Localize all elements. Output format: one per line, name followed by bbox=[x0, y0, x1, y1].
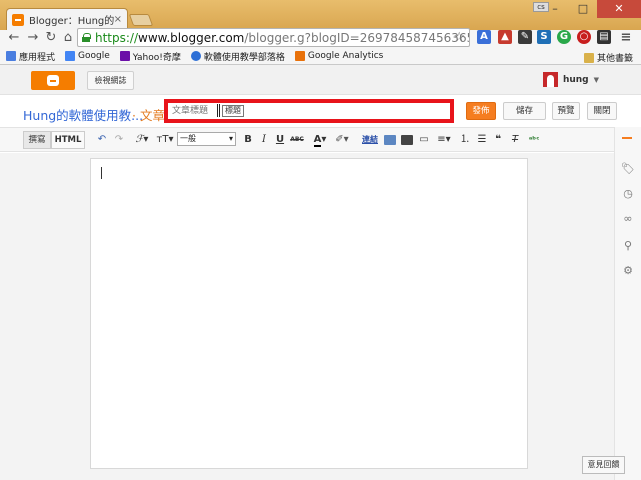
google-icon bbox=[65, 51, 76, 61]
browser-toolbar: ← → ↻ ⌂ https://www.blogger.com/blogger.… bbox=[0, 28, 641, 48]
italic-icon[interactable]: I bbox=[259, 133, 269, 147]
username: hung bbox=[562, 74, 589, 85]
reload-icon[interactable]: ↻ bbox=[43, 30, 59, 46]
insert-link-button[interactable]: 連結 bbox=[360, 133, 380, 147]
numbered-list-icon[interactable]: ⒈ bbox=[459, 133, 471, 147]
highlight-color-icon[interactable]: ✐▾ bbox=[333, 133, 351, 147]
options-gear-icon[interactable]: ⚙ bbox=[620, 263, 636, 279]
html-mode-tab[interactable]: HTML bbox=[51, 131, 85, 149]
undo-icon[interactable]: ↶ bbox=[96, 133, 108, 147]
forward-arrow-icon[interactable]: → bbox=[25, 30, 41, 46]
paragraph-style-select[interactable]: 一般 bbox=[177, 132, 236, 146]
strikethrough-icon[interactable]: ABC bbox=[290, 133, 304, 147]
avatar bbox=[542, 72, 558, 87]
formatting-toolbar: 撰寫 HTML ↶ ↷ ℱ▾ ᴛT▾ 一般 B I U ABC A▾ ✐▾ 連結… bbox=[0, 127, 614, 152]
insert-image-icon[interactable] bbox=[384, 135, 396, 145]
blogger-header: 檢視網誌 hung ▼ bbox=[0, 65, 641, 95]
insert-video-icon[interactable] bbox=[401, 135, 413, 145]
document-extension-icon[interactable]: ▤ bbox=[597, 30, 611, 44]
blogger-favicon-icon bbox=[12, 13, 24, 26]
settings-collapse-indicator[interactable] bbox=[622, 137, 632, 139]
blog-icon bbox=[190, 51, 201, 61]
schedule-clock-icon[interactable]: ◷ bbox=[620, 186, 636, 202]
bookmark-star-icon[interactable]: ☆ bbox=[453, 29, 465, 46]
quote-icon[interactable]: ❝ bbox=[492, 133, 504, 147]
bulleted-list-icon[interactable]: ☰ bbox=[476, 133, 488, 147]
blogger-logo-button[interactable] bbox=[31, 71, 75, 90]
feedback-button[interactable]: 意見回饋 bbox=[582, 456, 625, 474]
post-label: · 文章 bbox=[132, 108, 165, 123]
pin-extension-icon[interactable]: ▲ bbox=[498, 30, 512, 44]
location-pin-icon[interactable]: ⚲ bbox=[620, 238, 636, 254]
minimize-button[interactable]: – bbox=[541, 0, 569, 18]
other-bookmarks[interactable]: 其他書籤 bbox=[583, 51, 633, 64]
window-controls: – □ ✕ bbox=[541, 0, 641, 18]
tab-title: Blogger：Hung的軟體使 bbox=[29, 16, 114, 27]
blog-name-link[interactable]: Hung的軟體使用教... bbox=[23, 105, 143, 124]
redo-icon[interactable]: ↷ bbox=[113, 133, 125, 147]
view-blog-button[interactable]: 檢視網誌 bbox=[87, 71, 134, 90]
text-caret bbox=[101, 167, 102, 179]
underline-icon[interactable]: U bbox=[275, 133, 285, 147]
bookmark-google-analytics[interactable]: Google Analytics bbox=[294, 51, 383, 61]
save-button[interactable]: 儲存 bbox=[503, 102, 546, 120]
folder-icon bbox=[583, 52, 594, 63]
bookmark-yahoo[interactable]: Yahoo!奇摩 bbox=[119, 50, 181, 63]
remove-formatting-icon[interactable]: T bbox=[509, 133, 521, 147]
yahoo-icon bbox=[119, 51, 130, 61]
bookmark-tutorial-blog[interactable]: 軟體使用教學部落格 bbox=[190, 50, 285, 63]
labels-tag-icon[interactable]: 🏷 bbox=[620, 161, 636, 177]
title-highlight-box: 標題 bbox=[164, 99, 454, 123]
url-text: https://www.blogger.com/blogger.g?blogID… bbox=[95, 30, 469, 45]
bookmarks-bar: 應用程式 Google Yahoo!奇摩 軟體使用教學部落格 Google An… bbox=[0, 48, 641, 65]
menu-icon[interactable]: ≡ bbox=[618, 30, 634, 46]
new-tab-button[interactable] bbox=[128, 14, 154, 26]
spellcheck-icon[interactable]: ᵃᵇᶜ bbox=[528, 133, 540, 147]
feather-extension-icon[interactable]: ✎ bbox=[518, 30, 532, 44]
tab-close-icon[interactable]: × bbox=[114, 14, 122, 25]
close-window-button[interactable]: ✕ bbox=[597, 0, 641, 18]
maximize-button[interactable]: □ bbox=[569, 0, 597, 18]
address-bar[interactable]: https://www.blogger.com/blogger.g?blogID… bbox=[77, 28, 470, 47]
align-icon[interactable]: ≡▾ bbox=[436, 133, 452, 147]
text-cursor-icon bbox=[217, 104, 220, 117]
apps-grid-icon bbox=[6, 51, 16, 61]
g-extension-icon[interactable]: G bbox=[557, 30, 571, 44]
analytics-icon bbox=[294, 51, 305, 61]
blogger-logo-icon bbox=[47, 75, 59, 86]
font-size-icon[interactable]: ᴛT▾ bbox=[155, 133, 175, 147]
sync-extension-icon[interactable]: S bbox=[537, 30, 551, 44]
adblock-extension-icon[interactable]: ○ bbox=[577, 30, 591, 44]
editor-canvas bbox=[0, 153, 614, 480]
jump-break-icon[interactable]: ▭ bbox=[418, 133, 430, 147]
bookmark-apps[interactable]: 應用程式 bbox=[6, 50, 55, 63]
preview-button[interactable]: 預覽 bbox=[552, 102, 580, 120]
translate-extension-icon[interactable]: A bbox=[477, 30, 491, 44]
bookmark-google[interactable]: Google bbox=[65, 51, 110, 61]
publish-button[interactable]: 發佈 bbox=[466, 102, 496, 120]
permalink-link-icon[interactable]: ∞ bbox=[620, 211, 636, 227]
chevron-down-icon: ▼ bbox=[593, 75, 599, 84]
post-body-editor[interactable] bbox=[90, 158, 528, 469]
bold-icon[interactable]: B bbox=[243, 133, 253, 147]
close-button[interactable]: 關閉 bbox=[587, 102, 617, 120]
home-icon[interactable]: ⌂ bbox=[60, 30, 76, 46]
font-family-icon[interactable]: ℱ▾ bbox=[133, 133, 151, 147]
browser-tab[interactable]: Blogger：Hung的軟體使 × bbox=[6, 8, 128, 30]
text-color-icon[interactable]: A▾ bbox=[311, 133, 329, 147]
title-tooltip: 標題 bbox=[222, 105, 244, 117]
account-menu[interactable]: hung ▼ bbox=[542, 72, 599, 87]
window-titlebar: Blogger：Hung的軟體使 × cs – □ ✕ bbox=[0, 0, 641, 30]
compose-mode-tab[interactable]: 撰寫 bbox=[23, 131, 51, 149]
back-arrow-icon[interactable]: ← bbox=[6, 30, 22, 46]
lock-icon bbox=[82, 33, 91, 42]
post-title-input[interactable] bbox=[170, 105, 448, 117]
post-settings-rail: 🏷 ◷ ∞ ⚲ ⚙ bbox=[614, 127, 641, 480]
